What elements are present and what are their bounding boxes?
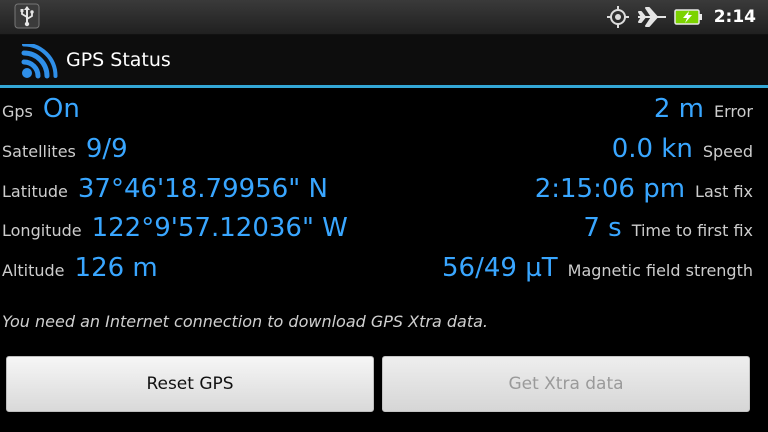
row-latitude: Latitude 37°46'18.79956" N 2:15:06 pm Last… — [0, 170, 768, 210]
time-to-first-fix-label: Time to first fix — [631, 221, 753, 240]
magnetic-field-value: 56/49 µT — [442, 253, 558, 283]
get-xtra-data-button[interactable]: Get Xtra data — [382, 356, 750, 412]
status-icons: 2:14 — [606, 0, 756, 34]
satellites-label: Satellites — [2, 142, 76, 161]
app-title-bar: GPS Status — [0, 35, 768, 85]
longitude-label: Longitude — [2, 221, 82, 240]
latitude-label: Latitude — [2, 182, 68, 201]
status-time: 2:14 — [713, 7, 756, 27]
speed-value: 0.0 kn — [611, 134, 693, 164]
time-to-first-fix-value: 7 s — [583, 213, 622, 243]
reset-gps-button[interactable]: Reset GPS — [6, 356, 374, 412]
magnetic-field-label: Magnetic field strength — [567, 261, 753, 280]
row-gps: Gps On 2 m Error — [0, 90, 768, 130]
app-title: GPS Status — [66, 49, 171, 71]
gps-signal-icon — [21, 44, 58, 79]
altitude-label: Altitude — [2, 261, 65, 280]
battery-charging-icon — [673, 9, 702, 25]
last-fix-label: Last fix — [695, 182, 753, 201]
gps-icon — [606, 6, 629, 28]
longitude-value: 122°9'57.12036" W — [91, 213, 348, 243]
usb-icon — [14, 3, 40, 29]
airplane-mode-icon — [637, 7, 666, 27]
last-fix-value: 2:15:06 pm — [534, 174, 686, 204]
gps-label: Gps — [2, 102, 33, 121]
satellites-value: 9/9 — [85, 134, 128, 164]
error-label: Error — [714, 102, 753, 121]
title-divider — [0, 85, 768, 88]
row-longitude: Longitude 122°9'57.12036" W 7 s Time to fi… — [0, 209, 768, 249]
altitude-value: 126 m — [74, 253, 158, 283]
latitude-value: 37°46'18.79956" N — [77, 174, 328, 204]
error-value: 2 m — [653, 94, 704, 124]
status-bar: 2:14 — [0, 0, 768, 35]
row-satellites: Satellites 9/9 0.0 kn Speed — [0, 130, 768, 170]
speed-label: Speed — [702, 142, 753, 161]
gps-value: On — [42, 94, 80, 124]
internet-notice: You need an Internet connection to downl… — [2, 312, 488, 331]
row-altitude: Altitude 126 m 56/49 µT Magnetic field str… — [0, 249, 768, 289]
